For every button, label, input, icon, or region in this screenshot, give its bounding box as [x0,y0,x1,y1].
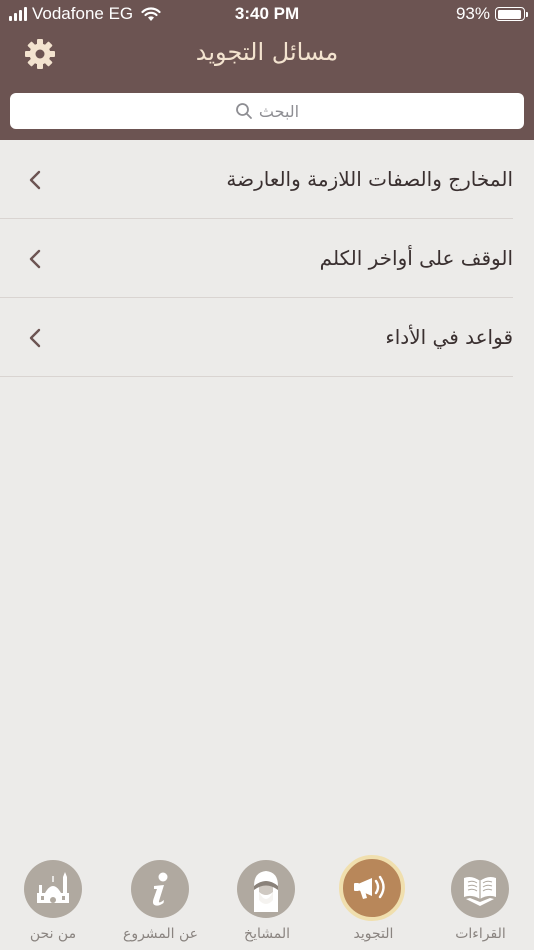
mosque-icon [24,860,82,918]
chevron-left-icon [29,328,41,348]
list-item[interactable]: المخارج والصفات اللازمة والعارضة [0,140,534,219]
tab-label-tajweed: التجويد [353,926,394,942]
page-title: مسائل التجويد [195,38,339,66]
search-icon [236,103,252,119]
tab-label-readings: القراءات [455,926,506,942]
list-item[interactable]: قواعد في الأداء [0,298,534,377]
topics-list: المخارج والصفات اللازمة والعارضة الوقف ع… [0,140,534,377]
search-placeholder: البحث [258,101,300,121]
list-item-label: الوقف على أواخر الكلم [319,246,513,270]
list-item[interactable]: الوقف على أواخر الكلم [0,219,534,298]
battery-fill [497,9,521,19]
chevron-left-icon [29,249,41,269]
info-icon [131,860,189,918]
tab-label-sheikhs: المشايخ [244,926,290,942]
tab-tajweed[interactable] [339,855,405,921]
tab-project[interactable] [131,860,189,918]
nav-bar: مسائل التجويد [0,30,534,82]
sheikh-icon [237,860,295,918]
list-item-label: المخارج والصفات اللازمة والعارضة [226,167,513,191]
battery-icon [495,7,528,21]
tab-readings[interactable] [451,860,509,918]
status-time: 3:40 PM [234,4,300,23]
search-bar: البحث [0,82,534,140]
battery-percent: 93% [455,4,490,23]
status-bar: Vodafone EG 3:40 PM 93% [0,0,534,30]
list-item-label: قواعد في الأداء [385,325,513,349]
search-input[interactable]: البحث [10,93,524,129]
chevron-left-icon [29,170,41,190]
megaphone-icon [339,855,405,921]
tab-sheikhs[interactable] [237,860,295,918]
quran-icon [451,860,509,918]
tab-about-us[interactable] [24,860,82,918]
tab-label-project: عن المشروع [122,926,199,942]
tab-label-about-us: من نحن [29,926,77,942]
status-right: 93% [455,4,528,24]
